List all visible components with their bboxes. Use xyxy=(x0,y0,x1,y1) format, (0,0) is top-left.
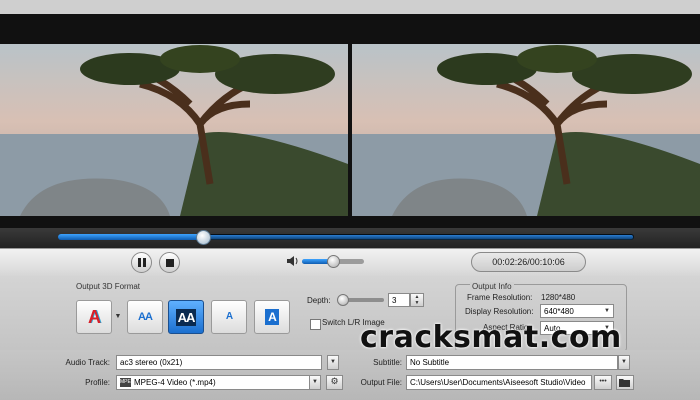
depth-handle[interactable] xyxy=(337,294,349,306)
anaglyph-icon: A xyxy=(88,306,101,327)
landscape-image xyxy=(0,44,348,216)
side-by-side-full-icon: AA xyxy=(175,308,197,326)
profile-label: Profile: xyxy=(85,378,110,387)
profile-select[interactable]: MPEG4 MPEG-4 Video (*.mp4) xyxy=(116,375,310,390)
side-by-side-half-icon: AA xyxy=(138,311,153,323)
seek-buffer xyxy=(203,235,633,239)
switch-lr-checkbox[interactable] xyxy=(310,319,321,330)
display-resolution-value: 640*480 xyxy=(544,306,574,316)
pause-button[interactable] xyxy=(131,252,152,273)
pause-icon xyxy=(137,258,146,267)
watermark-text: cracksmat.com xyxy=(360,320,622,355)
window-top-bar xyxy=(0,0,700,14)
profile-dropdown[interactable]: ▼ xyxy=(309,375,321,390)
seek-progress xyxy=(58,234,203,240)
output-info-title: Output Info xyxy=(470,282,514,291)
depth-value-input[interactable]: 3 xyxy=(388,293,410,307)
left-eye-preview xyxy=(0,44,348,216)
top-bottom-full-icon: A xyxy=(265,309,279,325)
top-bottom-half-icon: A xyxy=(225,311,233,322)
right-eye-preview xyxy=(352,44,700,216)
output-file-label: Output File: xyxy=(360,378,402,387)
frame-resolution-value: 1280*480 xyxy=(541,293,576,302)
open-folder-button[interactable] xyxy=(616,375,634,390)
subtitle-select[interactable]: No Subtitle xyxy=(406,355,618,370)
chevron-down-icon: ▼ xyxy=(604,308,610,314)
profile-value: MPEG-4 Video (*.mp4) xyxy=(134,378,216,387)
time-display: 00:02:26/00:10:06 xyxy=(471,252,586,272)
format-top-bottom-half-button[interactable]: A xyxy=(211,300,247,334)
mpeg4-icon: MPEG4 xyxy=(120,378,138,387)
format-top-bottom-full-button[interactable]: A xyxy=(254,300,290,334)
depth-spinner[interactable]: ▲ ▼ xyxy=(410,293,424,307)
volume-icon[interactable] xyxy=(286,254,300,268)
browse-button[interactable]: ••• xyxy=(594,375,612,390)
audio-track-label: Audio Track: xyxy=(65,358,110,367)
display-resolution-select[interactable]: 640*480 ▼ xyxy=(540,304,614,318)
subtitle-label: Subtitle: xyxy=(373,358,402,367)
format-anaglyph-button[interactable]: A xyxy=(76,300,112,334)
format-side-by-side-half-button[interactable]: AA xyxy=(127,300,163,334)
display-resolution-label: Display Resolution: xyxy=(465,307,534,316)
subtitle-value: No Subtitle xyxy=(410,358,450,367)
audio-track-select[interactable]: ac3 stereo (0x21) xyxy=(116,355,322,370)
folder-icon xyxy=(619,379,630,387)
output-3d-format-label: Output 3D Format xyxy=(76,282,141,291)
seek-handle[interactable] xyxy=(196,230,211,245)
stop-icon xyxy=(165,258,174,267)
audio-track-value: ac3 stereo (0x21) xyxy=(120,358,183,367)
format-dropdown-arrow[interactable]: ▼ xyxy=(113,313,123,323)
depth-label: Depth: xyxy=(307,296,331,305)
output-file-value: C:\Users\User\Documents\Aiseesoft Studio… xyxy=(410,378,586,387)
format-side-by-side-full-button[interactable]: AA xyxy=(168,300,204,334)
frame-resolution-label: Frame Resolution: xyxy=(467,293,533,302)
output-file-path[interactable]: C:\Users\User\Documents\Aiseesoft Studio… xyxy=(406,375,592,390)
landscape-image xyxy=(352,44,700,216)
subtitle-dropdown[interactable]: ▼ xyxy=(618,355,630,370)
stop-button[interactable] xyxy=(159,252,180,273)
volume-handle[interactable] xyxy=(327,255,340,268)
